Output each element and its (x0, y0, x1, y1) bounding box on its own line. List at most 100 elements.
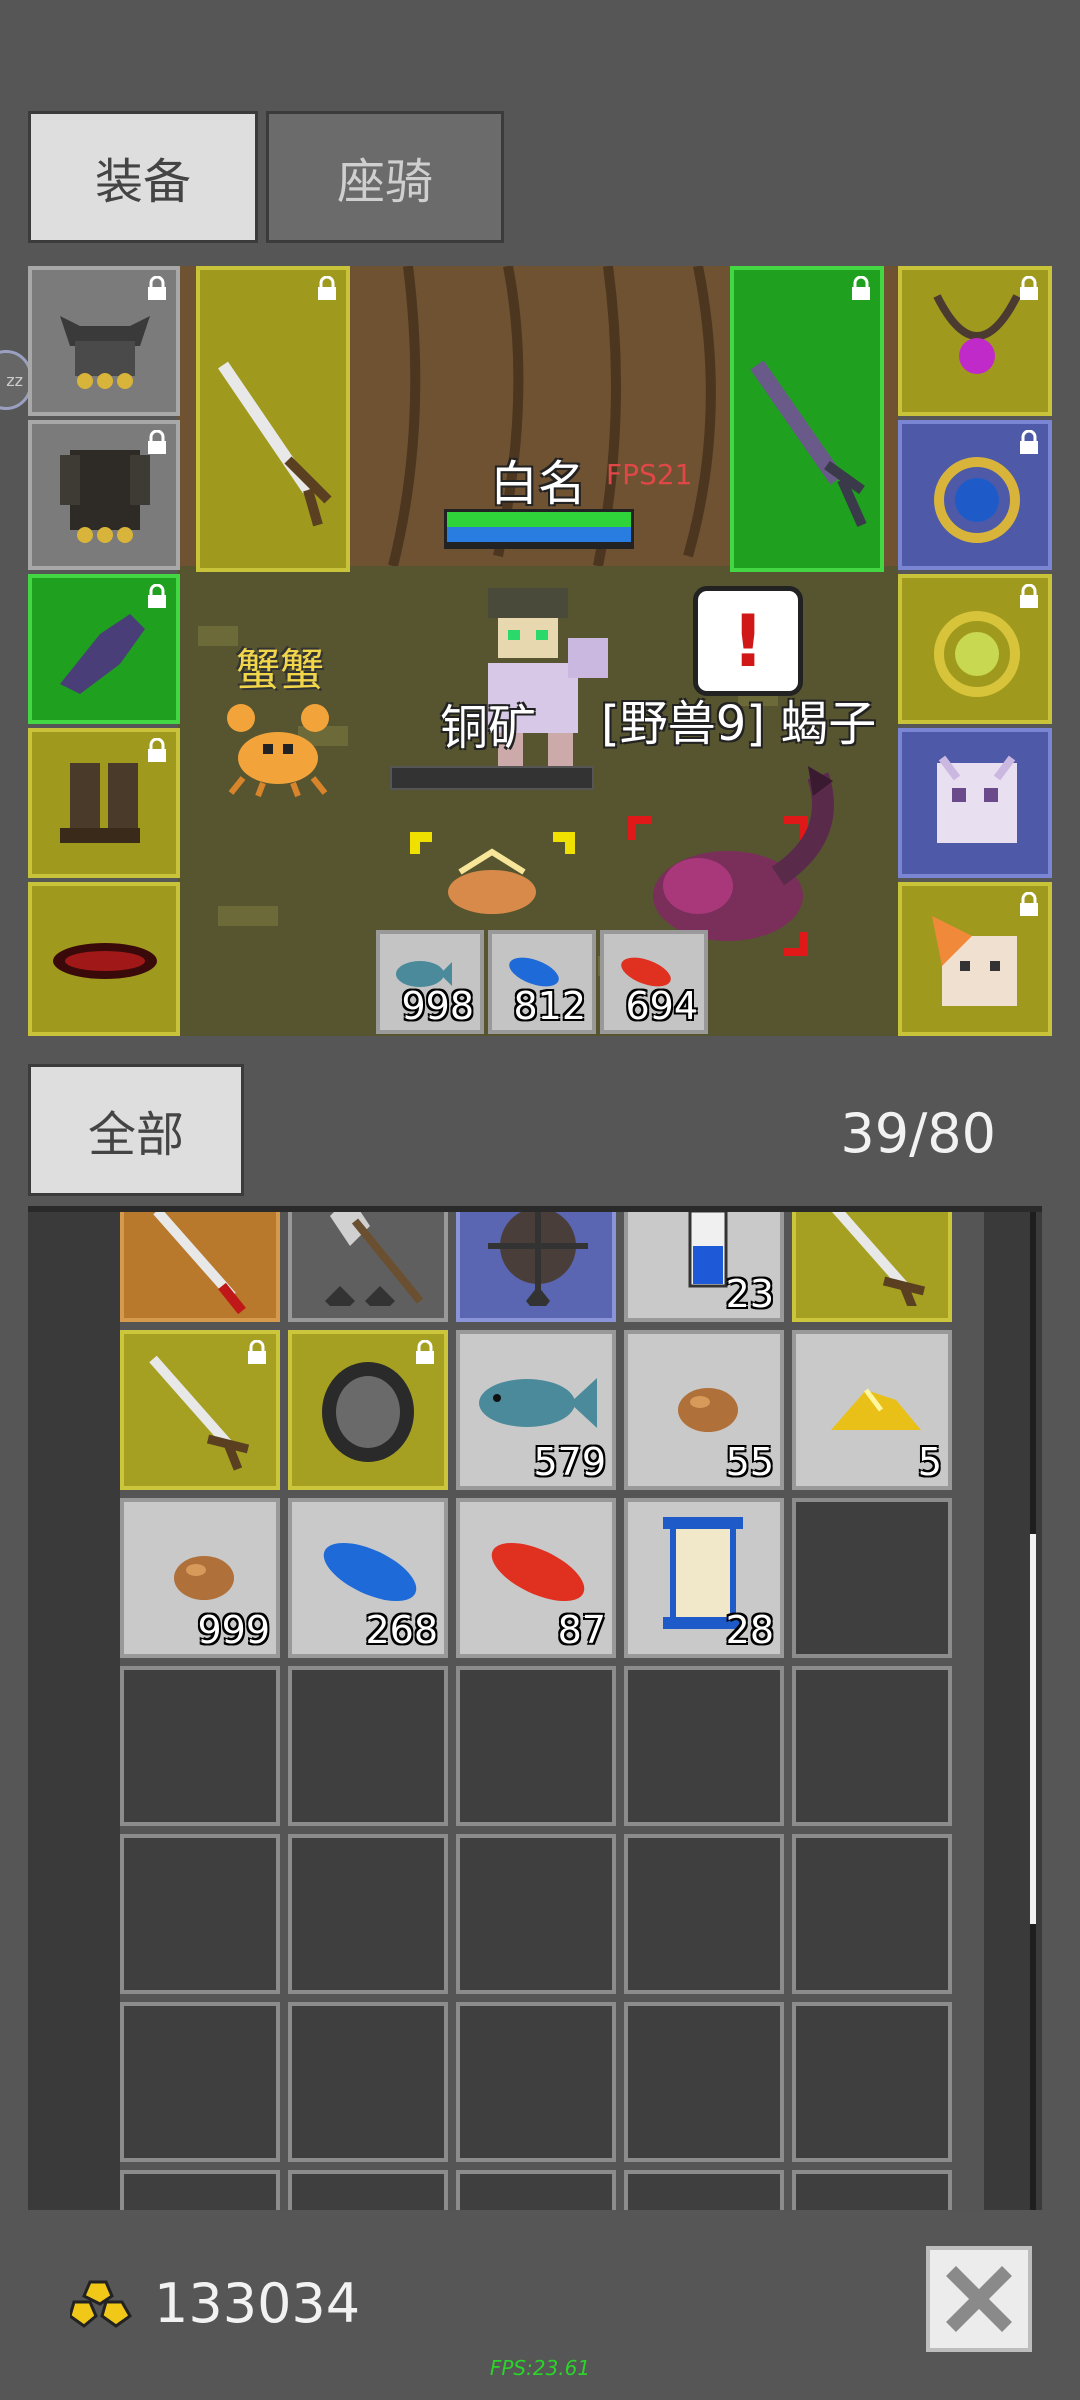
boots-icon (60, 763, 140, 843)
lock-icon (1020, 584, 1038, 608)
inventory-slot-empty[interactable] (120, 2170, 280, 2210)
glove-icon (60, 614, 145, 694)
resource-slot-red-feather[interactable]: 694 (600, 930, 708, 1034)
equip-slot-mount[interactable] (898, 882, 1052, 1036)
inventory-panel[interactable]: 23 579 55 5 999 268 87 28 (28, 1206, 1042, 2210)
equip-slot-necklace[interactable] (898, 266, 1052, 416)
lock-icon (1020, 276, 1038, 300)
inventory-slot[interactable] (288, 1212, 448, 1322)
player-name: 白名 (490, 456, 587, 512)
inventory-slot[interactable] (288, 1330, 448, 1490)
lock-icon (318, 276, 336, 300)
inventory-slot-empty[interactable] (120, 2002, 280, 2162)
inventory-slot-empty[interactable] (456, 1666, 616, 1826)
dagger-icon (750, 360, 867, 528)
gold-amount: 133034 (154, 2272, 361, 2335)
tab-mount[interactable]: 座骑 (266, 111, 504, 243)
inventory-capacity: 39/80 (840, 1102, 996, 1165)
inventory-slot[interactable] (456, 1212, 616, 1322)
belt-icon (53, 943, 157, 979)
inventory-slot[interactable]: 579 (456, 1330, 616, 1490)
inventory-slot-empty[interactable] (288, 2002, 448, 2162)
player-hp-bar (444, 509, 634, 549)
inventory-slot-empty[interactable] (624, 2170, 784, 2210)
lock-icon (148, 738, 166, 762)
close-button[interactable] (926, 2246, 1032, 2352)
mount-portrait-icon (932, 916, 1017, 1006)
tab-equipment[interactable]: 装备 (28, 111, 258, 243)
lock-icon (416, 1340, 434, 1364)
inventory-slot[interactable]: 5 (792, 1330, 952, 1490)
equip-slot-helmet[interactable] (28, 266, 180, 416)
item-count: 23 (725, 1272, 774, 1316)
inventory-slot[interactable]: 28 (624, 1498, 784, 1658)
inventory-slot[interactable] (120, 1330, 280, 1490)
enemy-hp-bar (390, 766, 594, 790)
lock-icon (852, 276, 870, 300)
equip-slot-boots[interactable] (28, 728, 180, 878)
inventory-slot-empty[interactable] (624, 1834, 784, 1994)
inventory-slot[interactable]: 55 (624, 1330, 784, 1490)
inventory-slot[interactable]: 23 (624, 1212, 784, 1322)
inventory-slot-empty[interactable] (120, 1666, 280, 1826)
axe-icon (325, 1212, 424, 1306)
inventory-slot-empty[interactable] (288, 1666, 448, 1826)
item-count: 28 (725, 1608, 774, 1652)
armor-icon (60, 450, 150, 543)
crab-icon[interactable] (223, 698, 333, 798)
inventory-slot[interactable]: 87 (456, 1498, 616, 1658)
necklace-icon (933, 294, 1021, 374)
ore-label: 铜矿 (440, 700, 537, 756)
resource-slot-blue-feather[interactable]: 812 (488, 930, 596, 1034)
equip-slot-ring-1[interactable] (898, 420, 1052, 570)
resource-count: 998 (401, 984, 474, 1028)
inventory-slot-empty[interactable] (792, 2170, 952, 2210)
resource-slot-fish[interactable]: 998 (376, 930, 484, 1034)
equip-slot-glove[interactable] (28, 574, 180, 724)
inventory-slot[interactable] (120, 1212, 280, 1322)
equip-slot-pet[interactable] (898, 728, 1052, 878)
red-sword-icon (153, 1212, 246, 1315)
lock-icon (1020, 430, 1038, 454)
inventory-slot-empty[interactable] (792, 2002, 952, 2162)
shield-icon (322, 1362, 414, 1462)
inventory-slot-empty[interactable] (456, 2002, 616, 2162)
inventory-slot-empty[interactable] (288, 1834, 448, 1994)
npc-name: 蟹蟹 (236, 645, 324, 696)
inventory-slot-empty[interactable] (792, 1666, 952, 1826)
lock-icon (1020, 892, 1038, 916)
quest-alert-icon[interactable]: ! (693, 586, 803, 696)
enemy-label: [野兽9] 蝎子 (601, 696, 877, 752)
equip-slot-armor[interactable] (28, 420, 180, 570)
fps-tag: FPS21 (606, 458, 693, 491)
inventory-slot[interactable]: 999 (120, 1498, 280, 1658)
item-count: 999 (197, 1608, 270, 1652)
inventory-slot-empty[interactable] (624, 2002, 784, 2162)
inventory-slot[interactable] (792, 1212, 952, 1322)
fps-counter: FPS:23.61 (489, 2356, 591, 2380)
item-count: 268 (365, 1608, 438, 1652)
spiked-mace-icon (488, 1212, 588, 1306)
inventory-slot-empty[interactable] (288, 2170, 448, 2210)
lock-icon (148, 276, 166, 300)
fish-icon (479, 1378, 597, 1428)
equip-slot-belt[interactable] (28, 882, 180, 1036)
filter-all-button[interactable]: 全部 (28, 1064, 244, 1196)
item-count: 579 (533, 1440, 606, 1484)
resource-count: 812 (513, 984, 586, 1028)
scrollbar-thumb[interactable] (1030, 1534, 1036, 1924)
ore-node-target[interactable] (410, 832, 575, 922)
inventory-slot-empty[interactable] (792, 1834, 952, 1994)
equip-slot-main-weapon[interactable] (196, 266, 350, 572)
gold-pile-icon (831, 1388, 921, 1430)
resource-count: 694 (625, 984, 698, 1028)
inventory-slot[interactable]: 268 (288, 1498, 448, 1658)
inventory-slot-empty[interactable] (792, 1498, 952, 1658)
item-count: 55 (725, 1440, 774, 1484)
equip-slot-off-weapon[interactable] (730, 266, 884, 572)
inventory-slot-empty[interactable] (456, 1834, 616, 1994)
inventory-slot-empty[interactable] (624, 1666, 784, 1826)
equip-slot-ring-2[interactable] (898, 574, 1052, 724)
inventory-slot-empty[interactable] (120, 1834, 280, 1994)
inventory-slot-empty[interactable] (456, 2170, 616, 2210)
